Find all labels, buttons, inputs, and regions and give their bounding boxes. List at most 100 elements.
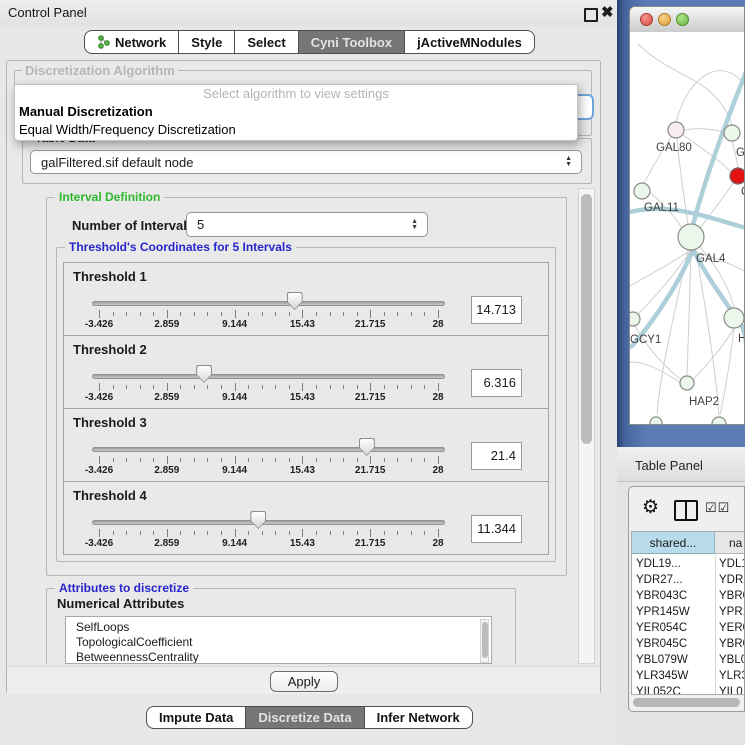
slider-tick (99, 310, 100, 318)
table-row[interactable]: YPR145WYPR1 (632, 604, 745, 620)
threshold-1-slider-thumb[interactable] (287, 292, 303, 310)
minimize-traffic-light[interactable] (658, 13, 671, 26)
table-row[interactable]: YLR345WYLR3 (632, 668, 745, 684)
slider-tick (357, 531, 358, 535)
slider-tick (330, 458, 331, 462)
tick-label: 2.859 (137, 319, 197, 330)
tab-style[interactable]: Style (178, 30, 235, 54)
node-top-right[interactable] (724, 125, 740, 141)
table-row[interactable]: YBR043CYBR0 (632, 588, 745, 604)
slider-tick (424, 312, 425, 316)
network-canvas[interactable]: GAL80 GA C GAL11 GAL4 GCY1 H HAP2 (630, 32, 745, 425)
node-gcy1[interactable] (630, 312, 640, 326)
tab-network[interactable]: Network (84, 30, 179, 54)
node-bottom-left[interactable] (650, 417, 662, 425)
tab-impute-data[interactable]: Impute Data (146, 706, 246, 729)
apply-button[interactable]: Apply (270, 671, 338, 692)
threshold-1-block: Threshold 1 -3.4262.8599.14415.4321.7152… (63, 262, 549, 336)
node-hap2[interactable] (680, 376, 694, 390)
tab-select[interactable]: Select (234, 30, 298, 54)
slider-tick (153, 531, 154, 535)
tab-infer-network[interactable]: Infer Network (364, 706, 473, 729)
slider-tick (384, 458, 385, 462)
table-row[interactable]: YBR045CYBR0 (632, 636, 745, 652)
split-columns-icon[interactable] (674, 500, 698, 521)
table-data-combobox[interactable]: galFiltered.sif default node ▲▼ (30, 150, 582, 174)
label-partial-top: GA (736, 147, 745, 159)
close-icon[interactable]: ✖ (601, 3, 614, 21)
threshold-4-value-field[interactable]: 11.344 (471, 515, 522, 543)
threshold-1-value-field[interactable]: 14.713 (471, 296, 522, 324)
threshold-2-ticks (92, 383, 445, 391)
slider-tick (330, 531, 331, 535)
network-nodes[interactable] (630, 122, 745, 425)
threshold-3-tick-labels: -3.4262.8599.14415.4321.71528 (92, 465, 445, 477)
tab-cyni-toolbox[interactable]: Cyni Toolbox (298, 30, 405, 54)
threshold-4-slider-thumb[interactable] (250, 511, 266, 529)
node-gal80[interactable] (668, 122, 684, 138)
list-item-betweennesscentrality[interactable]: BetweennessCentrality (66, 650, 491, 664)
slider-tick (99, 529, 100, 537)
slider-tick (424, 385, 425, 389)
settings-scrollbar-thumb[interactable] (581, 194, 592, 444)
table-row[interactable]: YER054CYER0 (632, 620, 745, 636)
slider-tick (316, 385, 317, 389)
table-data-combobox-value: galFiltered.sif default node (41, 155, 193, 170)
node-h[interactable] (724, 308, 744, 328)
node-red-selected[interactable] (730, 168, 745, 184)
slider-tick (316, 312, 317, 316)
tab-impute-data-label: Impute Data (159, 710, 233, 725)
node-gal11[interactable] (634, 183, 650, 199)
threshold-4-slider-track[interactable] (92, 520, 445, 525)
slider-tick (370, 456, 371, 464)
tab-discretize-data[interactable]: Discretize Data (245, 706, 364, 729)
settings-scrollbar[interactable] (578, 188, 595, 664)
table-row[interactable]: YBL079WYBL0 (632, 652, 745, 668)
threshold-2-value-field[interactable]: 6.316 (471, 369, 522, 397)
threshold-2-slider-track[interactable] (92, 374, 445, 379)
table-row[interactable]: YIL052CYIL0 (632, 684, 745, 695)
slider-tick (153, 458, 154, 462)
table-row[interactable]: YDL19...YDL1 (632, 556, 745, 572)
slider-tick (343, 531, 344, 535)
slider-tick (438, 456, 439, 464)
gear-icon[interactable]: ⚙ (642, 496, 659, 519)
threshold-3-value-field[interactable]: 21.4 (471, 442, 522, 470)
slider-tick (275, 531, 276, 535)
tick-label: 2.859 (137, 538, 197, 549)
node-gal4[interactable] (678, 224, 704, 250)
list-item-selfloops[interactable]: SelfLoops (66, 620, 491, 635)
label-gal11: GAL11 (644, 202, 679, 214)
table-panel-window: ⚙ ☑☑ shared... na YDL19...YDL1 YDR27...Y… (628, 486, 745, 712)
threshold-2-slider-thumb[interactable] (196, 365, 212, 383)
table-hscrollbar-thumb[interactable] (633, 698, 740, 707)
list-item-topologicalcoefficient[interactable]: TopologicalCoefficient (66, 635, 491, 650)
node-bottom-right[interactable] (712, 417, 726, 425)
zoom-traffic-light[interactable] (676, 13, 689, 26)
algorithm-option-equal-width[interactable]: Equal Width/Frequency Discretization (15, 121, 577, 139)
attributes-list-scrollbar[interactable] (480, 619, 489, 663)
network-window-titlebar[interactable] (630, 7, 744, 33)
close-traffic-light[interactable] (640, 13, 653, 26)
threshold-1-slider-track[interactable] (92, 301, 445, 306)
threshold-3-slider-track[interactable] (92, 447, 445, 452)
table-hscrollbar[interactable] (631, 696, 744, 709)
slider-tick (275, 385, 276, 389)
slider-tick (248, 385, 249, 389)
float-window-icon[interactable] (584, 8, 598, 22)
slider-tick (370, 383, 371, 391)
slider-tick (343, 385, 344, 389)
tab-jactivemodules[interactable]: jActiveMNodules (404, 30, 535, 54)
tick-label: 15.43 (272, 465, 332, 476)
slider-tick (194, 531, 195, 535)
select-columns-icon[interactable]: ☑☑ (705, 500, 730, 516)
threshold-3-slider-thumb[interactable] (359, 438, 375, 456)
slider-tick (113, 531, 114, 535)
column-header-shared-name[interactable]: shared... (632, 532, 715, 554)
table-row[interactable]: YDR27...YDR2 (632, 572, 745, 588)
column-header-name[interactable]: na (715, 532, 744, 554)
tick-label: 28 (408, 465, 468, 476)
threshold-coordinates-group-title: Threshold's Coordinates for 5 Intervals (65, 240, 296, 255)
algorithm-option-manual[interactable]: Manual Discretization (15, 103, 577, 121)
number-of-intervals-combobox[interactable]: 5 ▲▼ (186, 212, 428, 237)
